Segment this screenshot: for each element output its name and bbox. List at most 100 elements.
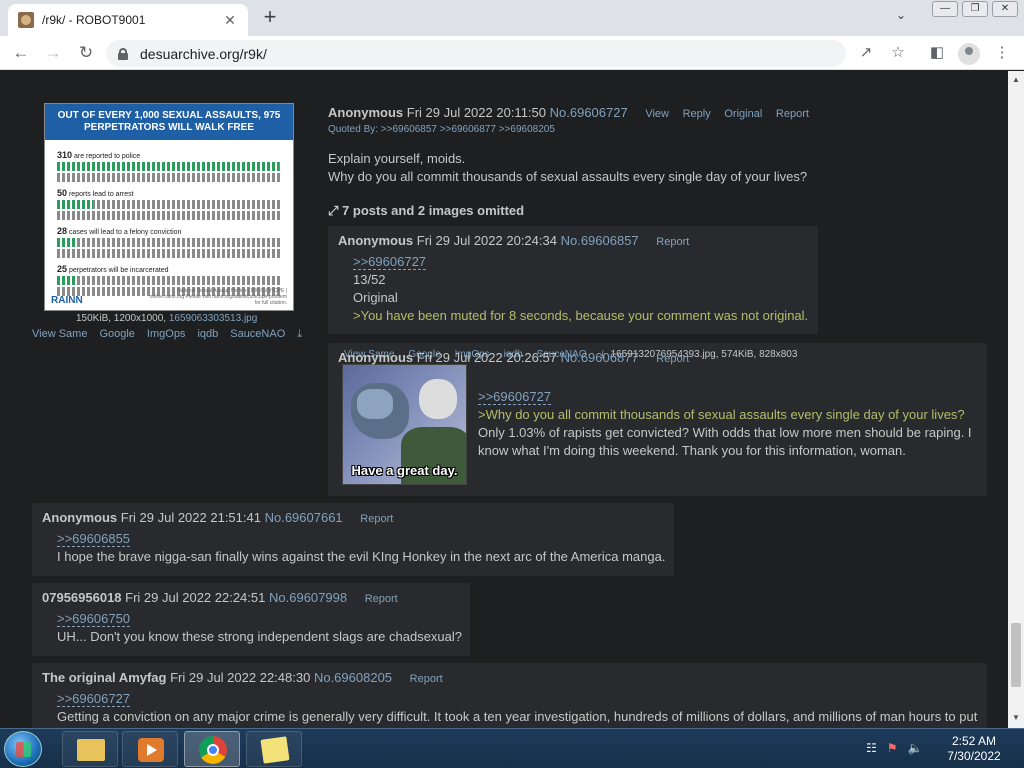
side-panel-icon[interactable]: ◧ (927, 43, 947, 63)
reply-header: 07956956018 Fri 29 Jul 2022 22:24:51 No.… (42, 590, 398, 605)
taskbar-chrome-button[interactable] (184, 731, 240, 767)
op-post-body: Explain yourself, moids. Why do you all … (328, 150, 807, 186)
system-clock[interactable]: 2:52 AM 7/30/2022 (934, 734, 1014, 764)
close-window-button[interactable]: ✕ (992, 1, 1018, 17)
post-date: Fri 29 Jul 2022 20:11:50 (406, 105, 546, 120)
quote-link[interactable]: >>69606727 (353, 254, 427, 270)
infographic-fill (57, 200, 93, 209)
op-file-name[interactable]: 1659063303513.jpg (169, 313, 257, 324)
omitted-posts-toggle[interactable]: ⤢ 7 posts and 2 images omitted (328, 203, 524, 219)
report-link[interactable]: Report (776, 108, 809, 120)
share-icon[interactable]: ↗ (856, 43, 876, 63)
quote-link[interactable]: >>69606855 (57, 531, 131, 547)
iqdb-link[interactable]: iqdb (197, 328, 218, 341)
menu-kebab-icon[interactable]: ⋮ (992, 43, 1012, 63)
taskbar-explorer-button[interactable] (62, 731, 118, 767)
forward-arrow-icon[interactable]: → (42, 42, 64, 64)
reply-header: Anonymous Fri 29 Jul 2022 20:24:34 No.69… (338, 233, 689, 248)
view-link[interactable]: View (645, 108, 669, 120)
taskbar-media-player-button[interactable] (122, 731, 178, 767)
poster-name: 07956956018 (42, 590, 122, 605)
post-number-link[interactable]: No.69608205 (314, 670, 392, 685)
reply-header: Anonymous Fri 29 Jul 2022 20:26:57 No.69… (338, 350, 689, 365)
quoted-by-backlinks[interactable]: Quoted By: >>69606857 >>69606877 >>69608… (328, 124, 555, 135)
op-file-size: 150KiB, 1200x1000, (76, 313, 167, 324)
report-link[interactable]: Report (410, 673, 443, 685)
start-button[interactable] (4, 731, 42, 767)
post-number-link[interactable]: No.69607661 (265, 510, 343, 525)
taskbar-sticky-notes-button[interactable] (246, 731, 302, 767)
post-text: Only 1.03% of rapists get convicted? Wit… (478, 425, 972, 458)
infographic-fill (57, 238, 78, 247)
report-link[interactable]: Report (360, 513, 393, 525)
clock-time: 2:52 AM (951, 734, 997, 748)
infographic-fill (57, 276, 75, 285)
infographic-row: 50 reports lead to arrest (45, 188, 293, 220)
reply-header: Anonymous Fri 29 Jul 2022 21:51:41 No.69… (42, 510, 393, 525)
post-number-link[interactable]: No.69607998 (269, 590, 347, 605)
quote-link[interactable]: >>69606750 (57, 611, 131, 627)
post-text: Getting a conviction on any major crime … (57, 709, 978, 724)
post-date: Fri 29 Jul 2022 20:24:34 (416, 233, 557, 248)
scroll-down-arrow-icon[interactable]: ▼ (1012, 713, 1020, 722)
network-icon[interactable]: ☷ (866, 741, 877, 755)
system-tray: ☷ ⚑ 🔈 (866, 741, 922, 755)
tab-search-chevron-icon[interactable]: ⌄ (896, 8, 906, 22)
op-image-thumbnail[interactable]: OUT OF EVERY 1,000 SEXUAL ASSAULTS, 975 … (44, 103, 294, 311)
post-text-line: Original (353, 290, 398, 305)
report-link[interactable]: Report (656, 353, 689, 365)
address-toolbar: ← → ↻ desuarchive.org/r9k/ ↗ ☆ ◧ ⋮ (0, 36, 1024, 70)
post-number-link[interactable]: No.69606877 (561, 350, 639, 365)
action-center-flag-icon[interactable]: ⚑ (887, 741, 898, 755)
close-tab-icon[interactable]: ✕ (222, 12, 238, 29)
reply-body: >>69606727 Getting a conviction on any m… (57, 690, 977, 726)
url-text: desuarchive.org/r9k/ (140, 45, 267, 62)
imgops-link[interactable]: ImgOps (147, 328, 186, 341)
expand-arrows-icon: ⤢ (328, 203, 339, 218)
post-number-link[interactable]: No.69606857 (561, 233, 639, 248)
site-favicon-icon (18, 12, 34, 28)
page-scrollbar[interactable]: ▲ ▼ (1008, 71, 1024, 728)
report-link[interactable]: Report (365, 593, 398, 605)
new-tab-button[interactable]: + (258, 6, 282, 30)
reply-post: Anonymous Fri 29 Jul 2022 21:51:41 No.69… (32, 503, 674, 576)
reply-body: >>69606750 UH... Don't you know these st… (57, 610, 462, 646)
image-caption-text: Have a great day. (351, 463, 458, 478)
reply-body: >>69606727 13/52 Original >You have been… (353, 253, 808, 325)
scrollbar-thumb[interactable] (1011, 623, 1021, 687)
infographic-row: 310 are reported to police (45, 150, 293, 182)
bookmark-star-icon[interactable]: ☆ (888, 43, 908, 63)
poster-name: The original Amyfag (42, 670, 167, 685)
download-icon[interactable]: ⤓ (297, 328, 302, 341)
back-arrow-icon[interactable]: ← (10, 42, 32, 64)
reply-link[interactable]: Reply (683, 108, 711, 120)
reload-icon[interactable]: ↻ (75, 42, 97, 64)
poster-name: Anonymous (338, 233, 414, 248)
quote-link[interactable]: >>69606727 (478, 389, 552, 405)
view-same-link[interactable]: View Same (32, 328, 87, 341)
browser-tab[interactable]: /r9k/ - ROBOT9001 ✕ (8, 4, 248, 36)
folder-icon (77, 739, 105, 761)
page-viewport: OUT OF EVERY 1,000 SEXUAL ASSAULTS, 975 … (0, 71, 1008, 728)
google-link[interactable]: Google (99, 328, 134, 341)
reply-post-with-image: View Same Google ImgOps iqdb SauceNAO ⤓ … (328, 343, 987, 496)
infographic-fill (57, 162, 280, 171)
original-link[interactable]: Original (724, 108, 762, 120)
minimize-button[interactable]: — (932, 1, 958, 17)
sticky-notes-icon (260, 736, 290, 764)
saucenao-link[interactable]: SauceNAO (230, 328, 285, 341)
volume-icon[interactable]: 🔈 (908, 741, 923, 755)
profile-avatar-icon[interactable] (958, 43, 980, 65)
reply-image-thumbnail[interactable]: Have a great day. (342, 364, 467, 485)
maximize-button[interactable]: ❐ (962, 1, 988, 17)
url-bar[interactable]: desuarchive.org/r9k/ (106, 40, 846, 67)
post-text-line: 13/52 (353, 272, 386, 287)
omitted-text: 7 posts and 2 images omitted (342, 203, 525, 218)
report-link[interactable]: Report (656, 236, 689, 248)
poster-name: Anonymous (328, 105, 404, 120)
post-number-link[interactable]: No.69606727 (550, 105, 628, 120)
scroll-up-arrow-icon[interactable]: ▲ (1012, 75, 1020, 84)
tab-strip: /r9k/ - ROBOT9001 ✕ + ⌄ — ❐ ✕ (0, 0, 1024, 36)
reply-post: Anonymous Fri 29 Jul 2022 20:24:34 No.69… (328, 226, 818, 334)
quote-link[interactable]: >>69606727 (57, 691, 131, 707)
